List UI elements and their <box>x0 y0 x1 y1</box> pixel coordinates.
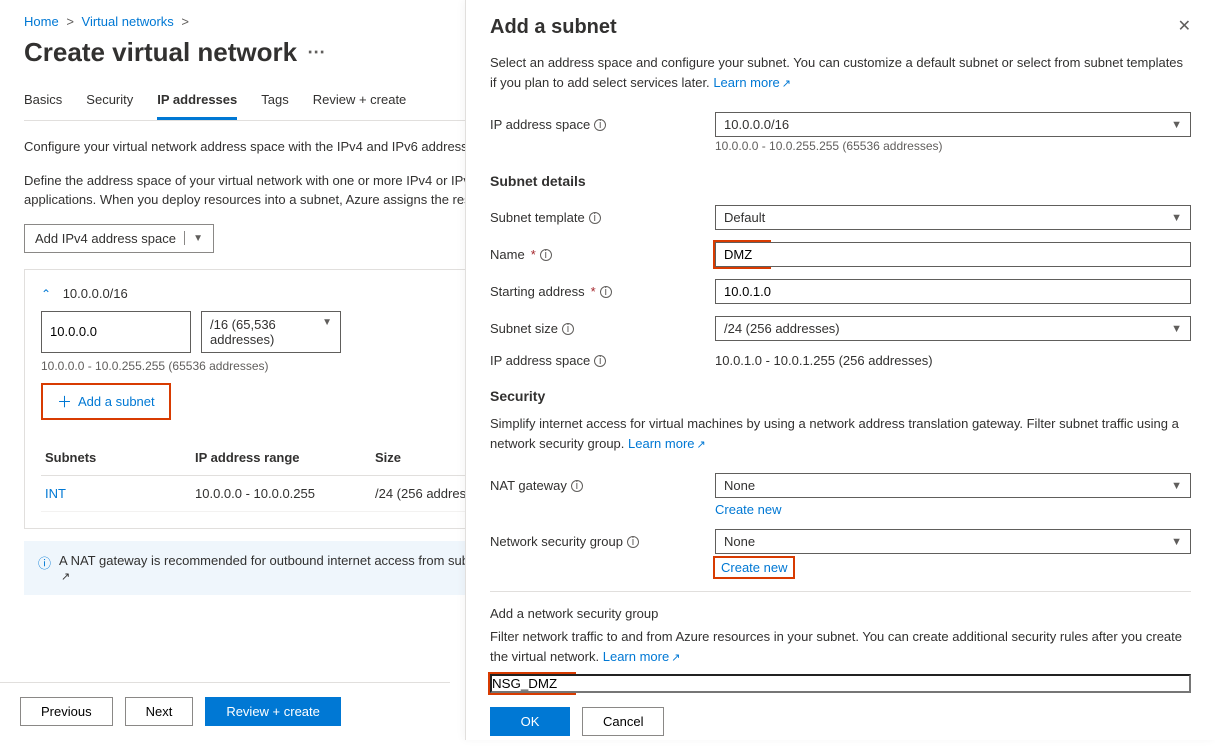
footer-bar: Previous Next Review + create <box>0 682 450 740</box>
more-actions-icon[interactable]: ⋯ <box>307 42 325 63</box>
starting-address-label: Starting address* i <box>490 284 715 299</box>
tab-ip-addresses[interactable]: IP addresses <box>157 82 237 120</box>
info-icon[interactable]: i <box>594 119 606 131</box>
ip-space-value: 10.0.0.0/16 <box>724 117 789 132</box>
review-create-button[interactable]: Review + create <box>205 697 341 726</box>
blade-intro-text: Select an address space and configure yo… <box>490 55 1183 90</box>
external-link-icon: ↗ <box>695 439 706 451</box>
chevron-down-icon: ▼ <box>1171 212 1182 224</box>
chevron-down-icon: ▼ <box>193 233 203 244</box>
ip-address-space-2-value: 10.0.1.0 - 10.0.1.255 (256 addresses) <box>715 353 1191 368</box>
breadcrumb-home[interactable]: Home <box>24 14 59 29</box>
info-icon[interactable]: i <box>571 480 583 492</box>
info-icon[interactable]: i <box>540 249 552 261</box>
nat-create-new-link[interactable]: Create new <box>715 502 781 517</box>
breadcrumb-vnets[interactable]: Virtual networks <box>82 14 174 29</box>
nsg-create-new-link[interactable]: Create new <box>721 560 787 575</box>
blade-title: Add a subnet <box>490 16 617 53</box>
external-link-icon: ↗ <box>59 571 70 583</box>
nsg-select[interactable]: None ▼ <box>715 529 1191 554</box>
nsg-label: Network security group i <box>490 534 715 549</box>
learn-more-text: Learn more <box>603 649 669 664</box>
subnet-details-heading: Subnet details <box>490 159 1191 199</box>
external-link-icon: ↗ <box>669 652 680 664</box>
subnet-link-int[interactable]: INT <box>45 486 66 501</box>
tab-review-create[interactable]: Review + create <box>313 82 407 120</box>
info-icon[interactable]: i <box>600 286 612 298</box>
tab-tags[interactable]: Tags <box>261 82 288 120</box>
learn-more-link[interactable]: Learn more↗ <box>603 649 681 664</box>
collapse-icon[interactable]: ⌃ <box>41 287 59 301</box>
nsg-name-input[interactable] <box>490 674 574 693</box>
info-icon[interactable]: i <box>562 323 574 335</box>
learn-more-link[interactable]: Learn more↗ <box>628 436 706 451</box>
template-value: Default <box>724 210 765 225</box>
nat-value: None <box>724 478 755 493</box>
chevron-down-icon: ▼ <box>1171 536 1182 548</box>
chevron-down-icon: ▼ <box>1171 480 1182 492</box>
cidr-select[interactable]: /16 (65,536 addresses) ▼ <box>201 311 341 353</box>
add-nsg-title: Add a network security group <box>490 606 1191 627</box>
starting-address-input[interactable] <box>715 279 1191 304</box>
add-ipv4-label: Add IPv4 address space <box>35 231 176 246</box>
nat-gateway-select[interactable]: None ▼ <box>715 473 1191 498</box>
cidr-select-label: /16 (65,536 addresses) <box>210 317 322 347</box>
cancel-button[interactable]: Cancel <box>582 707 664 736</box>
page-title-text: Create virtual network <box>24 37 297 68</box>
subnet-size-select[interactable]: /24 (256 addresses) ▼ <box>715 316 1191 341</box>
col-subnets: Subnets <box>45 450 195 465</box>
security-heading: Security <box>490 374 1191 414</box>
nsg-value: None <box>724 534 755 549</box>
info-icon[interactable]: i <box>594 355 606 367</box>
address-space-title: 10.0.0.0/16 <box>63 286 128 301</box>
tab-basics[interactable]: Basics <box>24 82 62 120</box>
security-intro: Simplify internet access for virtual mac… <box>490 414 1191 467</box>
add-subnet-label: Add a subnet <box>78 394 155 409</box>
ip-address-space-select[interactable]: 10.0.0.0/16 ▼ <box>715 112 1191 137</box>
subnet-template-label: Subnet template i <box>490 210 715 225</box>
add-ipv4-dropdown[interactable]: Add IPv4 address space ▼ <box>24 224 214 253</box>
close-icon[interactable]: ✕ <box>1178 16 1191 36</box>
next-button[interactable]: Next <box>125 697 194 726</box>
tab-security[interactable]: Security <box>86 82 133 120</box>
address-input[interactable] <box>41 311 191 353</box>
col-range: IP address range <box>195 450 375 465</box>
security-intro-text: Simplify internet access for virtual mac… <box>490 416 1179 451</box>
subnet-template-select[interactable]: Default ▼ <box>715 205 1191 230</box>
add-subnet-blade: Add a subnet ✕ Select an address space a… <box>465 0 1215 740</box>
external-link-icon: ↗ <box>780 78 791 90</box>
size-value: /24 (256 addresses) <box>724 321 840 336</box>
info-icon[interactable]: i <box>627 536 639 548</box>
ip-address-space-2-label: IP address space i <box>490 353 715 368</box>
info-icon: ⓘ <box>38 553 51 583</box>
add-subnet-button[interactable]: ＋ Add a subnet <box>41 383 171 420</box>
learn-more-text: Learn more <box>713 75 779 90</box>
chevron-down-icon: ▼ <box>1171 323 1182 335</box>
blade-intro: Select an address space and configure yo… <box>490 53 1191 106</box>
previous-button[interactable]: Previous <box>20 697 113 726</box>
subnet-range: 10.0.0.0 - 10.0.0.255 <box>195 486 375 501</box>
nat-banner-text: A NAT gateway is recommended for outboun… <box>59 553 530 568</box>
nat-gateway-label: NAT gateway i <box>490 478 715 493</box>
divider-icon <box>184 231 185 245</box>
learn-more-text: Learn more <box>628 436 694 451</box>
chevron-down-icon: ▼ <box>1171 119 1182 131</box>
subnet-name-label: Name* i <box>490 247 715 262</box>
ok-button[interactable]: OK <box>490 707 570 736</box>
ip-address-space-label: IP address space i <box>490 117 715 132</box>
add-nsg-inline-box: Add a network security group Filter netw… <box>490 591 1191 756</box>
subnet-name-input-rest[interactable] <box>769 242 1191 267</box>
info-icon[interactable]: i <box>589 212 601 224</box>
chevron-down-icon: ▼ <box>322 317 332 347</box>
learn-more-link[interactable]: Learn more↗ <box>713 75 791 90</box>
chevron-right-icon: > <box>62 14 78 29</box>
chevron-right-icon: > <box>177 14 193 29</box>
subnet-size-label: Subnet size i <box>490 321 715 336</box>
nsg-name-input-rest[interactable] <box>574 674 1191 693</box>
ip-space-hint: 10.0.0.0 - 10.0.255.255 (65536 addresses… <box>715 137 1191 153</box>
subnet-name-input[interactable] <box>715 242 769 267</box>
add-nsg-text: Filter network traffic to and from Azure… <box>490 629 1182 664</box>
plus-icon: ＋ <box>57 391 72 412</box>
